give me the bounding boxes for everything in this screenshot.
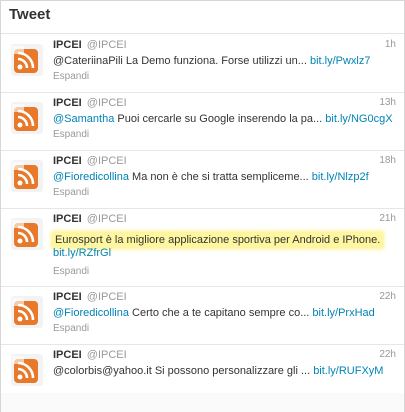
tweet-text: Eurosport è la migliore applicazione spo… (53, 233, 395, 260)
tweet-author-handle[interactable]: @IPCEI (87, 155, 127, 167)
expand-link[interactable]: Espandi (53, 323, 89, 334)
tweet-link[interactable]: bit.ly/Nlzp2f (312, 171, 369, 183)
rss-feed-icon[interactable] (11, 160, 43, 192)
widget-title: Tweet (9, 6, 51, 23)
tweet-text: @Samantha Puoi cercarle su Google insere… (53, 113, 395, 126)
tweet-author-name[interactable]: IPCEI (53, 155, 82, 167)
tweet-body: Si possono personalizzare gli ... (151, 365, 314, 377)
tweet-text: @Fioredicollina Ma non è che si tratta s… (53, 171, 395, 184)
tweet-link[interactable]: bit.ly/Pwxlz7 (310, 55, 371, 67)
tweet-body-highlighted: Eurosport è la migliore applicazione spo… (53, 233, 383, 247)
tweet-item[interactable]: IPCEI @IPCEI 22h @Fioredicollina Certo c… (1, 287, 404, 345)
tweet-mention[interactable]: @Fioredicollina (53, 307, 129, 319)
tweet-author-handle[interactable]: @IPCEI (87, 213, 127, 225)
tweet-timestamp[interactable]: 1h (385, 39, 396, 50)
tweet-author-handle[interactable]: @IPCEI (87, 291, 127, 303)
tweet-timestamp[interactable]: 21h (379, 213, 396, 224)
widget-header: Tweet (1, 1, 404, 34)
bottom-fade (1, 393, 404, 412)
tweet-body: Ma non è che si tratta sempliceme... (128, 171, 312, 183)
tweet-link[interactable]: bit.ly/NG0cgX (325, 113, 392, 125)
tweet-author-handle[interactable]: @IPCEI (87, 349, 127, 361)
rss-feed-icon[interactable] (11, 218, 43, 250)
tweet-link[interactable]: bit.ly/RUFXyM (313, 365, 383, 377)
rss-feed-icon[interactable] (11, 296, 43, 328)
tweet-mention[interactable]: @CateriinaPili (53, 55, 123, 67)
tweet-author-name[interactable]: IPCEI (53, 39, 82, 51)
tweet-author-handle[interactable]: @IPCEI (87, 39, 127, 51)
tweet-item[interactable]: IPCEI @IPCEI 21h Eurosport è la migliore… (1, 209, 404, 287)
tweet-item[interactable]: IPCEI @IPCEI 13h @Samantha Puoi cercarle… (1, 93, 404, 151)
tweet-mention[interactable]: @Fioredicollina (53, 171, 129, 183)
tweet-author-name[interactable]: IPCEI (53, 213, 82, 225)
tweet-body: La Demo funziona. Forse utilizzi un... (122, 55, 310, 67)
rss-feed-icon[interactable] (11, 44, 43, 76)
tweet-item[interactable]: IPCEI @IPCEI 18h @Fioredicollina Ma non … (1, 151, 404, 209)
tweet-item[interactable]: IPCEI @IPCEI 1h @CateriinaPili La Demo f… (1, 35, 404, 93)
tweet-author-handle[interactable]: @IPCEI (87, 97, 127, 109)
expand-link[interactable]: Espandi (53, 187, 89, 198)
tweet-text: @CateriinaPili La Demo funziona. Forse u… (53, 55, 395, 68)
tweet-widget: Tweet IPCEI @IPCEI 1h @CateriinaPili La … (0, 0, 405, 412)
tweet-mention[interactable]: @colorbis@yahoo.it (53, 365, 152, 377)
tweet-link[interactable]: bit.ly/PrxHad (312, 307, 374, 319)
tweet-timestamp[interactable]: 22h (379, 291, 396, 302)
tweet-body: Certo che a te capitano sempre co... (128, 307, 313, 319)
tweet-timestamp[interactable]: 13h (379, 97, 396, 108)
tweet-text: @Fioredicollina Certo che a te capitano … (53, 307, 395, 320)
tweet-timestamp[interactable]: 22h (379, 349, 396, 360)
tweet-link[interactable]: bit.ly/RZfrGl (53, 247, 111, 259)
tweet-author-name[interactable]: IPCEI (53, 97, 82, 109)
tweet-body: Puoi cercarle su Google inserendo la pa.… (114, 113, 326, 125)
tweet-item[interactable]: IPCEI @IPCEI 22h @colorbis@yahoo.it Si p… (1, 345, 404, 393)
tweet-text: @colorbis@yahoo.it Si possono personaliz… (53, 365, 395, 378)
expand-link[interactable]: Espandi (53, 71, 89, 82)
rss-feed-icon[interactable] (11, 102, 43, 134)
expand-link[interactable]: Espandi (53, 266, 89, 277)
tweet-timestamp[interactable]: 18h (379, 155, 396, 166)
tweet-author-name[interactable]: IPCEI (53, 349, 82, 361)
rss-feed-icon[interactable] (11, 354, 43, 386)
tweet-author-name[interactable]: IPCEI (53, 291, 82, 303)
tweet-mention[interactable]: @Samantha (53, 113, 114, 125)
expand-link[interactable]: Espandi (53, 129, 89, 140)
